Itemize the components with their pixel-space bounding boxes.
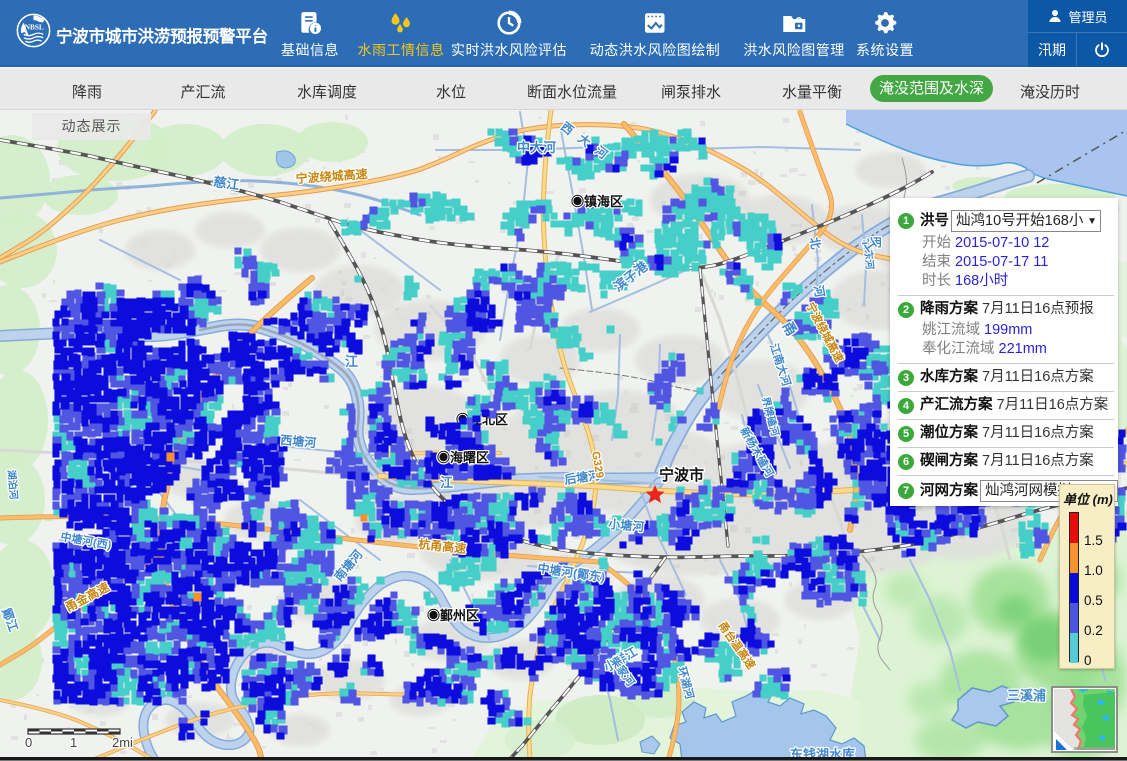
- svg-text:三溪浦: 三溪浦: [1007, 688, 1046, 703]
- svg-text:河: 河: [811, 283, 828, 298]
- svg-text:◉海曙区: ◉海曙区: [437, 450, 489, 465]
- svg-text:NBSL: NBSL: [25, 24, 44, 32]
- svg-text:宁波市: 宁波市: [659, 466, 704, 484]
- svg-text:0: 0: [25, 735, 32, 750]
- svg-text:江: 江: [345, 354, 358, 369]
- svg-text:江: 江: [440, 475, 453, 490]
- svg-text:◉鄞州区: ◉鄞州区: [427, 608, 479, 623]
- svg-text:中大河: 中大河: [517, 140, 556, 155]
- svg-text:西塘河: 西塘河: [280, 432, 317, 450]
- svg-text:北: 北: [807, 236, 824, 250]
- svg-text:小塘河: 小塘河: [608, 516, 645, 534]
- svg-text:1: 1: [70, 735, 77, 750]
- svg-text:◉镇海区: ◉镇海区: [571, 194, 623, 209]
- svg-text:2mi: 2mi: [112, 735, 133, 750]
